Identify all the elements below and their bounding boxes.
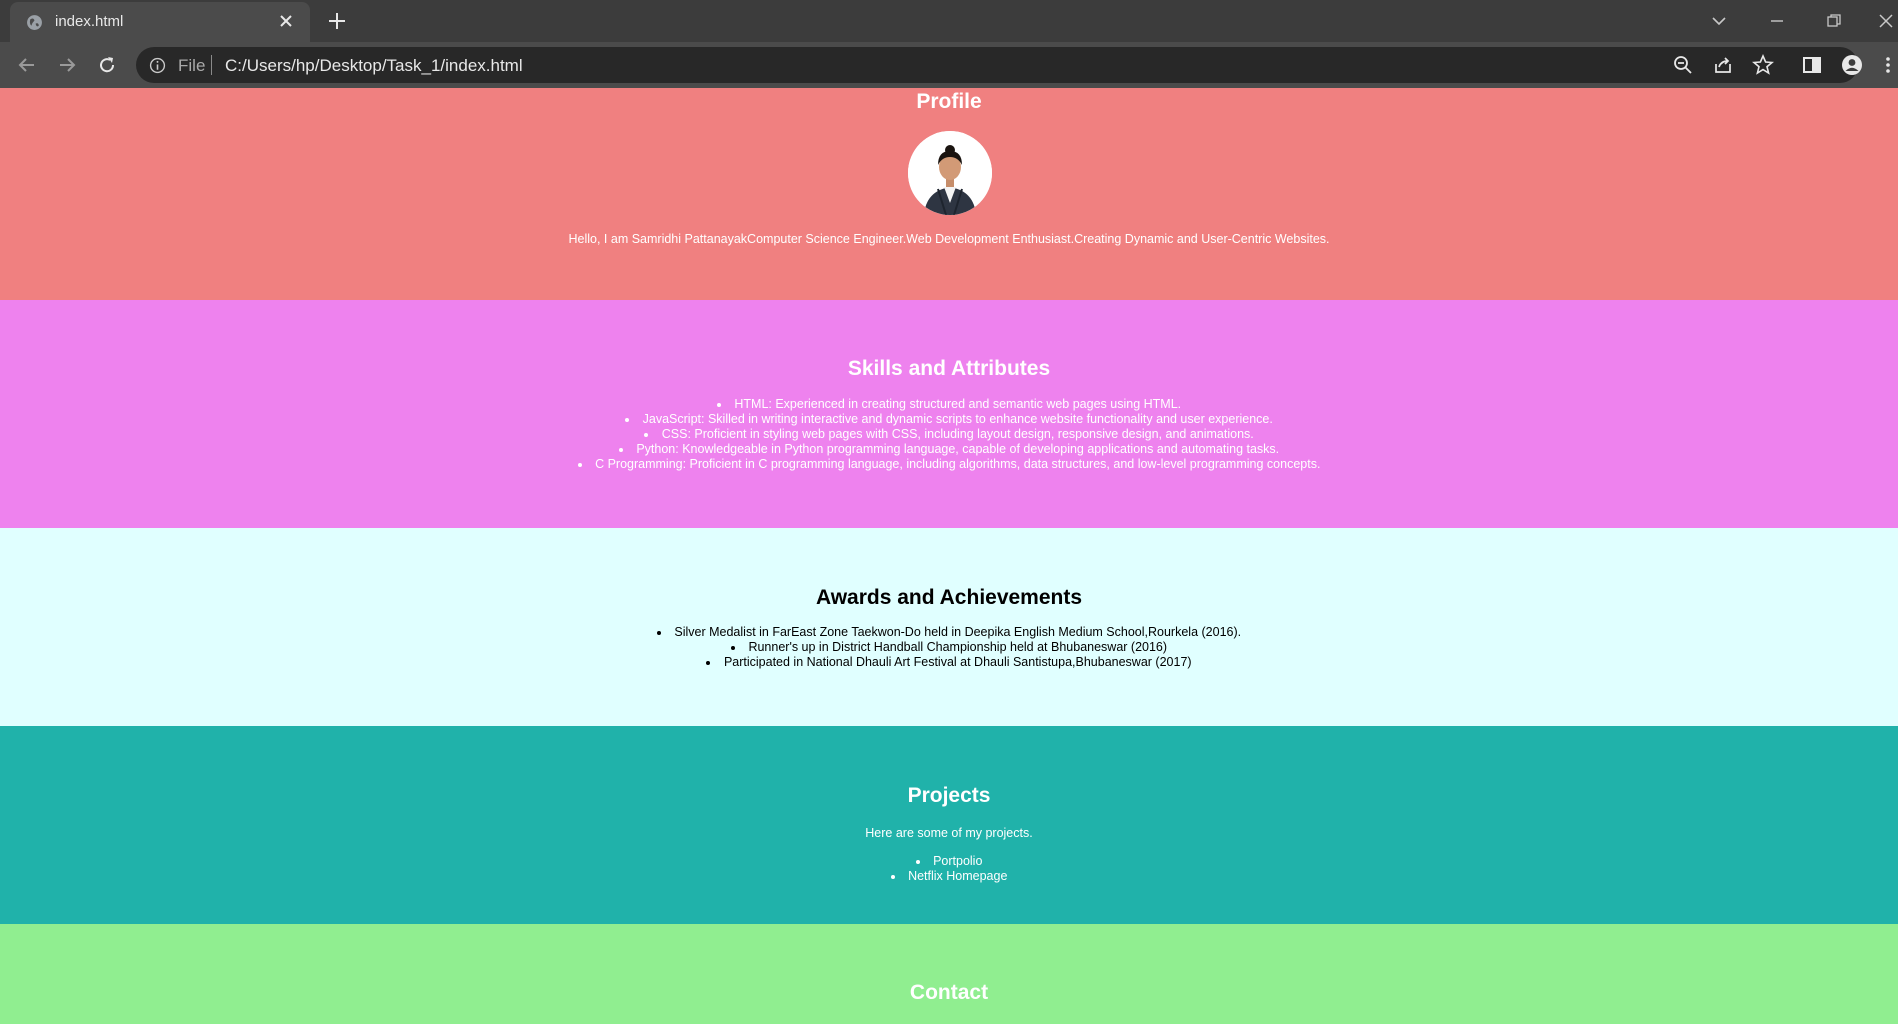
person-portrait-icon xyxy=(908,131,992,215)
side-panel-icon[interactable] xyxy=(1801,54,1823,76)
back-arrow-icon[interactable] xyxy=(16,54,38,76)
info-icon[interactable] xyxy=(149,57,166,74)
awards-heading: Awards and Achievements xyxy=(815,586,1083,609)
projects-intro: Here are some of my projects. xyxy=(865,826,1033,840)
page-viewport: Profile Hello, I am Samridhi PattanayakC… xyxy=(0,88,1898,1024)
projects-section: Projects Here are some of my projects. P… xyxy=(0,726,1898,924)
skill-item: HTML: Experienced in creating structured… xyxy=(0,397,1898,412)
tab-strip: index.html xyxy=(0,0,1898,42)
reload-icon[interactable] xyxy=(96,54,118,76)
project-item[interactable]: Netflix Homepage xyxy=(0,869,1898,884)
profile-photo xyxy=(908,131,992,215)
close-window-icon[interactable] xyxy=(1876,11,1896,31)
profile-section: Profile Hello, I am Samridhi PattanayakC… xyxy=(0,88,1898,300)
awards-section: Awards and Achievements Silver Medalist … xyxy=(0,528,1898,726)
scheme-label: File xyxy=(178,56,206,75)
award-item: Runner's up in District Handball Champio… xyxy=(0,640,1898,655)
skills-heading: Skills and Attributes xyxy=(847,357,1051,380)
projects-list: Portpolio Netflix Homepage xyxy=(0,854,1898,884)
profile-heading: Profile xyxy=(916,90,982,113)
browser-toolbar: File C:/Users/hp/Desktop/Task_1/index.ht… xyxy=(0,42,1898,88)
close-tab-icon[interactable] xyxy=(276,11,296,31)
active-tab[interactable]: index.html xyxy=(10,2,310,42)
skill-item: C Programming: Proficient in C programmi… xyxy=(0,457,1898,472)
tab-search-chevron-icon[interactable] xyxy=(1709,11,1729,31)
address-separator xyxy=(211,55,212,75)
profile-intro: Hello, I am Samridhi PattanayakComputer … xyxy=(568,232,1330,246)
profile-avatar-icon[interactable] xyxy=(1841,54,1863,76)
skills-list: HTML: Experienced in creating structured… xyxy=(0,397,1898,472)
address-bar[interactable]: File C:/Users/hp/Desktop/Task_1/index.ht… xyxy=(136,47,1858,83)
new-tab-plus-icon[interactable] xyxy=(326,10,348,32)
url-text[interactable]: C:/Users/hp/Desktop/Task_1/index.html xyxy=(225,56,523,76)
projects-heading: Projects xyxy=(907,784,991,807)
contact-heading: Contact xyxy=(909,981,989,1004)
globe-icon xyxy=(27,15,42,30)
menu-kebab-icon[interactable] xyxy=(1881,54,1895,76)
forward-arrow-icon[interactable] xyxy=(56,54,78,76)
share-icon[interactable] xyxy=(1712,54,1734,76)
minimize-icon[interactable] xyxy=(1767,11,1787,31)
project-item[interactable]: Portpolio xyxy=(0,854,1898,869)
tab-title: index.html xyxy=(55,13,124,30)
skill-item: CSS: Proficient in styling web pages wit… xyxy=(0,427,1898,442)
award-item: Participated in National Dhauli Art Fest… xyxy=(0,655,1898,670)
restore-icon[interactable] xyxy=(1824,11,1844,31)
skills-section: Skills and Attributes HTML: Experienced … xyxy=(0,300,1898,528)
skill-item: JavaScript: Skilled in writing interacti… xyxy=(0,412,1898,427)
awards-list: Silver Medalist in FarEast Zone Taekwon-… xyxy=(0,625,1898,670)
skill-item: Python: Knowledgeable in Python programm… xyxy=(0,442,1898,457)
award-item: Silver Medalist in FarEast Zone Taekwon-… xyxy=(0,625,1898,640)
contact-section: Contact xyxy=(0,924,1898,1024)
bookmark-star-icon[interactable] xyxy=(1752,54,1774,76)
zoom-icon[interactable] xyxy=(1672,54,1694,76)
